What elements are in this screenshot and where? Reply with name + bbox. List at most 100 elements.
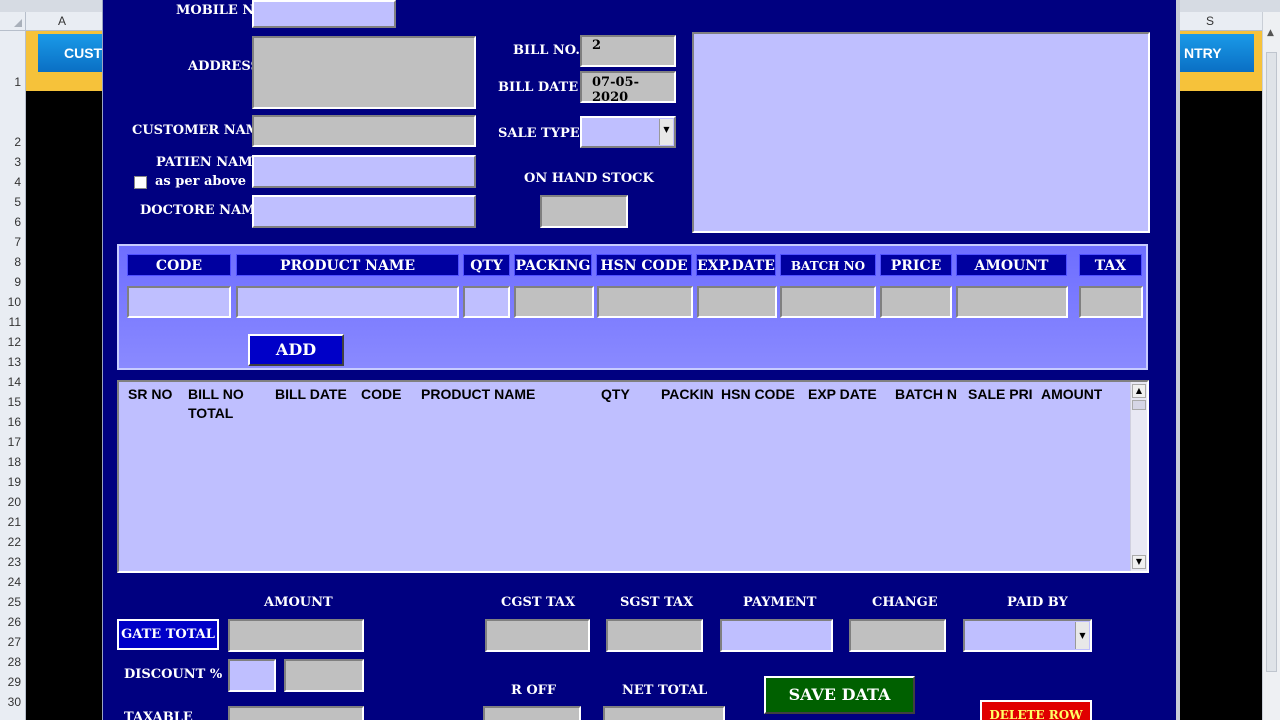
list-header-product-name: PRODUCT NAME xyxy=(421,386,536,402)
list-header-bill-no: BILL NO xyxy=(188,386,244,402)
product-image-area xyxy=(692,32,1150,233)
bill-date-label: BILL DATE xyxy=(498,80,579,95)
patient-name-input[interactable] xyxy=(252,155,476,188)
scroll-thumb[interactable] xyxy=(1132,400,1146,410)
gate-total-button[interactable]: GATE TOTAL xyxy=(117,619,219,650)
bill-date-value: 07-05-2020 xyxy=(592,75,639,105)
address-label: ADDRESS xyxy=(188,59,260,74)
mobile-no-input[interactable] xyxy=(252,0,396,28)
cgst-tax-input[interactable] xyxy=(485,619,590,652)
row-number[interactable]: 16 xyxy=(0,415,21,429)
listbox-scrollbar[interactable]: ▲ ▼ xyxy=(1130,382,1147,571)
row-number[interactable]: 19 xyxy=(0,475,21,489)
row-number[interactable]: 7 xyxy=(0,235,21,249)
entry-header-packing: PACKING xyxy=(514,254,592,276)
exp-date-input[interactable] xyxy=(697,286,777,318)
hsn-code-input[interactable] xyxy=(597,286,693,318)
sgst-tax-input[interactable] xyxy=(606,619,703,652)
row-number[interactable]: 29 xyxy=(0,675,21,689)
entry-header-product-name: PRODUCT NAME xyxy=(236,254,459,276)
discount-label: DISCOUNT % xyxy=(124,667,223,682)
row-number[interactable]: 22 xyxy=(0,535,21,549)
row-number[interactable]: 10 xyxy=(0,295,21,309)
product-name-input[interactable] xyxy=(236,286,459,318)
batch-no-input[interactable] xyxy=(780,286,876,318)
on-hand-stock-label: ON HAND STOCK xyxy=(524,171,654,186)
save-data-button[interactable]: SAVE DATA xyxy=(764,676,915,714)
row-number[interactable]: 8 xyxy=(0,255,21,269)
sheet-customer-button[interactable]: CUST xyxy=(38,34,102,72)
scroll-up-icon[interactable]: ▲ xyxy=(1267,28,1274,38)
row-number[interactable]: 27 xyxy=(0,635,21,649)
paid-by-select[interactable]: ▼ xyxy=(963,619,1092,652)
chevron-down-icon[interactable]: ▼ xyxy=(1075,622,1089,649)
amount-input[interactable] xyxy=(956,286,1068,318)
row-number[interactable]: 12 xyxy=(0,335,21,349)
column-header-a[interactable]: A xyxy=(26,12,102,31)
sheet-entry-button[interactable]: NTRY xyxy=(1180,34,1254,72)
row-number[interactable]: 13 xyxy=(0,355,21,369)
row-number[interactable]: 20 xyxy=(0,495,21,509)
price-input[interactable] xyxy=(880,286,952,318)
row-number[interactable]: 23 xyxy=(0,555,21,569)
round-off-input[interactable] xyxy=(483,706,581,720)
sgst-tax-label: SGST TAX xyxy=(620,595,694,610)
discount-amount-input[interactable] xyxy=(284,659,364,692)
net-total-input[interactable] xyxy=(603,706,725,720)
row-number[interactable]: 15 xyxy=(0,395,21,409)
chevron-down-icon[interactable]: ▼ xyxy=(659,119,673,145)
net-total-label: NET TOTAL xyxy=(622,683,708,698)
amount-total-input[interactable] xyxy=(228,619,364,652)
sale-type-select[interactable]: ▼ xyxy=(580,116,676,148)
row-number[interactable]: 18 xyxy=(0,455,21,469)
qty-input[interactable] xyxy=(463,286,510,318)
row-number[interactable]: 1 xyxy=(0,75,21,89)
scroll-thumb[interactable] xyxy=(1266,52,1277,672)
bill-no-input[interactable]: 2 xyxy=(580,35,676,67)
excel-vertical-scrollbar[interactable]: ▲ xyxy=(1262,12,1280,720)
add-button[interactable]: ADD xyxy=(248,334,344,366)
customer-name-label: CUSTOMER NAME xyxy=(132,123,270,138)
bill-no-label: BILL NO. xyxy=(513,43,580,58)
row-number[interactable]: 3 xyxy=(0,155,21,169)
row-number[interactable]: 5 xyxy=(0,195,21,209)
select-all-corner[interactable] xyxy=(0,12,26,31)
taxable-input[interactable] xyxy=(228,706,364,720)
payment-input[interactable] xyxy=(720,619,833,652)
discount-percent-input[interactable] xyxy=(228,659,276,692)
row-headers: 1 2 3 4 5 6 7 8 9 10 11 12 13 14 15 16 1… xyxy=(0,31,26,720)
column-header-s[interactable]: S xyxy=(1180,12,1262,31)
row-number[interactable]: 24 xyxy=(0,575,21,589)
row-number[interactable]: 30 xyxy=(0,695,21,709)
row-number[interactable]: 26 xyxy=(0,615,21,629)
row-number[interactable]: 4 xyxy=(0,175,21,189)
row-number[interactable]: 9 xyxy=(0,275,21,289)
row-number[interactable]: 11 xyxy=(0,315,21,329)
paid-by-label: PAID BY xyxy=(1007,595,1068,610)
change-input[interactable] xyxy=(849,619,946,652)
row-number[interactable]: 28 xyxy=(0,655,21,669)
list-header-bill-date: BILL DATE xyxy=(275,386,347,402)
scroll-up-icon[interactable]: ▲ xyxy=(1132,384,1146,398)
row-number[interactable]: 21 xyxy=(0,515,21,529)
row-number[interactable]: 14 xyxy=(0,375,21,389)
bill-items-listbox[interactable]: SR NO BILL NO TOTAL BILL DATE CODE PRODU… xyxy=(117,380,1149,573)
as-per-above-checkbox[interactable] xyxy=(134,176,147,189)
row-number[interactable]: 6 xyxy=(0,215,21,229)
packing-input[interactable] xyxy=(514,286,594,318)
tax-input[interactable] xyxy=(1079,286,1143,318)
code-input[interactable] xyxy=(127,286,231,318)
entry-header-hsn-code: HSN CODE xyxy=(596,254,692,276)
list-header-exp-date: EXP DATE xyxy=(808,386,877,402)
entry-header-code: CODE xyxy=(127,254,231,276)
delete-row-button[interactable]: DELETE ROW xyxy=(980,700,1092,720)
scroll-down-icon[interactable]: ▼ xyxy=(1132,555,1146,569)
on-hand-stock-input[interactable] xyxy=(540,195,628,228)
bill-date-input[interactable]: 07-05-2020 xyxy=(580,71,676,105)
doctor-name-input[interactable] xyxy=(252,195,476,228)
row-number[interactable]: 25 xyxy=(0,595,21,609)
row-number[interactable]: 2 xyxy=(0,135,21,149)
customer-name-input[interactable] xyxy=(252,115,476,147)
row-number[interactable]: 17 xyxy=(0,435,21,449)
address-input[interactable] xyxy=(252,36,476,109)
